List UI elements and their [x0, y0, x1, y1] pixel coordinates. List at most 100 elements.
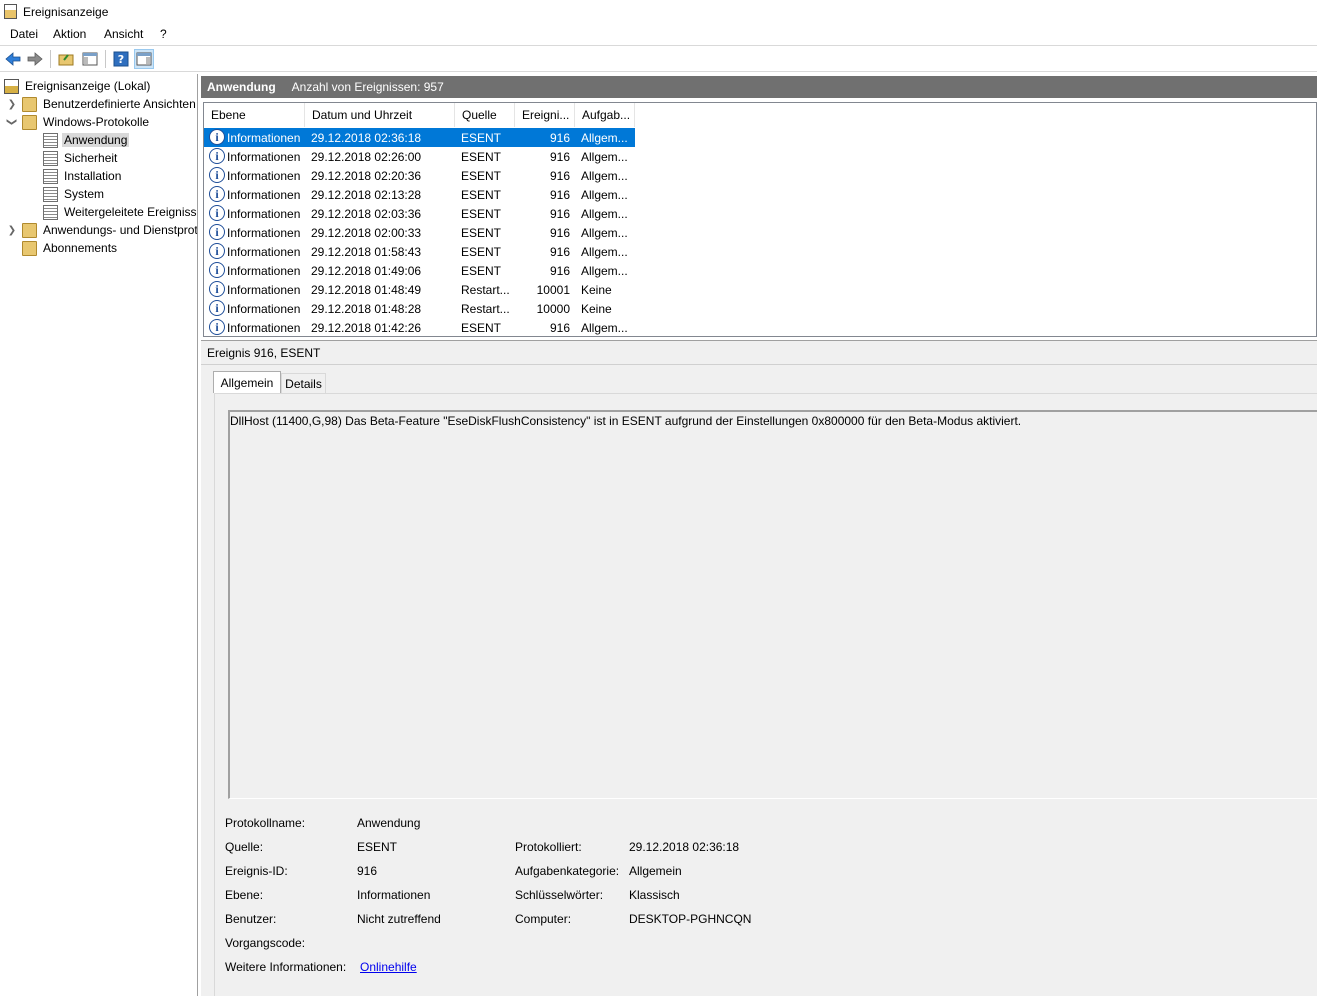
cell-event-id: 10001: [536, 283, 570, 297]
menu-ansicht[interactable]: Ansicht: [104, 27, 143, 41]
tree-item-system[interactable]: System: [43, 185, 106, 203]
cell-level: Informationen: [227, 188, 301, 202]
tree-item-subscriptions[interactable]: Abonnements: [22, 239, 119, 257]
information-icon: i: [209, 243, 225, 259]
cell-level: Informationen: [227, 131, 301, 145]
open-folder-icon[interactable]: [56, 49, 76, 69]
tree-item-root[interactable]: Ereignisanzeige (Lokal): [4, 77, 152, 95]
column-header-source[interactable]: Quelle: [455, 103, 515, 127]
cell-level: Informationen: [227, 283, 301, 297]
tree-item-forwarded-events[interactable]: Weitergeleitete Ereignisse: [43, 203, 197, 221]
value-logged: 29.12.2018 02:36:18: [629, 840, 740, 854]
tree-item-windows-logs[interactable]: ❯ Windows-Protokolle: [6, 113, 151, 131]
menu-aktion[interactable]: Aktion: [53, 27, 86, 41]
event-viewer-icon: [4, 4, 17, 19]
tree-item-sicherheit[interactable]: Sicherheit: [43, 149, 119, 167]
information-icon: i: [209, 224, 225, 240]
label-source: Quelle:: [225, 840, 264, 854]
chevron-right-icon[interactable]: ❯: [6, 98, 18, 110]
tree-item-installation[interactable]: Installation: [43, 167, 123, 185]
tree-item-anwendung[interactable]: Anwendung: [43, 131, 130, 149]
detail-title: Ereignis 916, ESENT: [207, 346, 321, 360]
table-row[interactable]: i Informationen 29.12.2018 02:26:00 ESENT 91…: [204, 147, 635, 166]
label-log-name: Protokollname:: [225, 816, 306, 830]
toolbar: ?: [0, 45, 1317, 72]
cell-task: Keine: [581, 302, 612, 316]
cell-level: Informationen: [227, 264, 301, 278]
label-opcode: Vorgangscode:: [225, 936, 306, 950]
column-header-level[interactable]: Ebene: [204, 103, 305, 127]
label-level: Ebene:: [225, 888, 264, 902]
table-row[interactable]: i Informationen 29.12.2018 01:48:49 Restart…: [204, 280, 635, 299]
folder-icon: [22, 222, 37, 238]
value-log-name: Anwendung: [357, 816, 421, 830]
window-title: Ereignisanzeige: [23, 5, 109, 19]
cell-datetime: 29.12.2018 02:13:28: [311, 188, 422, 202]
title-bar: Ereignisanzeige: [0, 0, 1317, 24]
cell-source: Restart...: [461, 302, 510, 316]
value-keywords: Klassisch: [629, 888, 680, 902]
cell-event-id: 916: [549, 150, 570, 164]
table-row[interactable]: i Informationen 29.12.2018 02:20:36 ESENT 91…: [204, 166, 635, 185]
value-event-id: 916: [357, 864, 378, 878]
information-icon: i: [209, 148, 225, 164]
tree-label: Anwendungs- und Dienstprotokolle: [43, 223, 198, 237]
tree-item-app-services[interactable]: ❯ Anwendungs- und Dienstprotokolle: [6, 221, 198, 239]
forward-arrow-icon[interactable]: [25, 49, 45, 69]
tree-label: Windows-Protokolle: [43, 115, 150, 129]
cell-level: Informationen: [227, 302, 301, 316]
cell-source: ESENT: [461, 169, 502, 183]
label-logged: Protokolliert:: [515, 840, 582, 854]
cell-task: Allgem...: [581, 188, 628, 202]
menu-help[interactable]: ?: [160, 27, 167, 41]
svg-text:?: ?: [118, 53, 124, 66]
help-icon[interactable]: ?: [111, 49, 131, 69]
show-hide-tree-icon[interactable]: [80, 49, 100, 69]
cell-task: Allgem...: [581, 226, 628, 240]
tree-label: Benutzerdefinierte Ansichten: [43, 97, 196, 111]
table-row[interactable]: i Informationen 29.12.2018 01:42:26 ESENT 91…: [204, 318, 635, 336]
label-user: Benutzer:: [225, 912, 277, 926]
table-row[interactable]: i Informationen 29.12.2018 02:13:28 ESENT 91…: [204, 185, 635, 204]
description-box[interactable]: [228, 410, 1317, 799]
event-list: Ebene Datum und Uhrzeit Quelle Ereigni..…: [203, 102, 1317, 337]
cell-event-id: 916: [549, 321, 570, 335]
toolbar-separator: [105, 50, 106, 68]
value-computer: DESKTOP-PGHNCQN: [629, 912, 752, 926]
table-row[interactable]: i Informationen 29.12.2018 02:00:33 ESENT 91…: [204, 223, 635, 242]
online-help-link[interactable]: Onlinehilfe: [360, 960, 417, 974]
table-row[interactable]: i Informationen 29.12.2018 02:36:18 ESENT 91…: [204, 128, 635, 147]
show-hide-actions-icon[interactable]: [134, 49, 154, 69]
label-event-id: Ereignis-ID:: [225, 864, 288, 878]
back-arrow-icon[interactable]: [3, 49, 23, 69]
column-header-datetime[interactable]: Datum und Uhrzeit: [305, 103, 455, 127]
table-row[interactable]: i Informationen 29.12.2018 02:03:36 ESENT 91…: [204, 204, 635, 223]
table-row[interactable]: i Informationen 29.12.2018 01:58:43 ESENT 91…: [204, 242, 635, 261]
chevron-down-icon[interactable]: ❯: [6, 116, 18, 128]
information-icon: i: [209, 300, 225, 316]
cell-datetime: 29.12.2018 02:00:33: [311, 226, 422, 240]
log-icon: [43, 132, 58, 148]
cell-source: ESENT: [461, 245, 502, 259]
tree-item-custom-views[interactable]: ❯ Benutzerdefinierte Ansichten: [6, 95, 197, 113]
cell-source: ESENT: [461, 321, 502, 335]
tree-label: Abonnements: [43, 241, 118, 255]
cell-event-id: 916: [549, 131, 570, 145]
cell-event-id: 916: [549, 169, 570, 183]
tree-label: Anwendung: [62, 133, 130, 147]
tab-details[interactable]: Details: [281, 373, 326, 393]
folder-icon: [22, 96, 37, 112]
table-row[interactable]: i Informationen 29.12.2018 01:49:06 ESENT 91…: [204, 261, 635, 280]
cell-source: Restart...: [461, 283, 510, 297]
tab-allgemein[interactable]: Allgemein: [213, 371, 281, 393]
information-icon: i: [209, 129, 225, 145]
tree-label: Installation: [64, 169, 122, 183]
table-row[interactable]: i Informationen 29.12.2018 01:48:28 Restart…: [204, 299, 635, 318]
folder-icon: [22, 240, 37, 256]
chevron-right-icon[interactable]: ❯: [6, 224, 18, 236]
cell-datetime: 29.12.2018 02:26:00: [311, 150, 422, 164]
column-header-event-id[interactable]: Ereigni...: [515, 103, 575, 127]
label-task-category: Aufgabenkategorie:: [515, 864, 620, 878]
menu-datei[interactable]: Datei: [10, 27, 38, 41]
column-header-task[interactable]: Aufgab...: [575, 103, 635, 127]
